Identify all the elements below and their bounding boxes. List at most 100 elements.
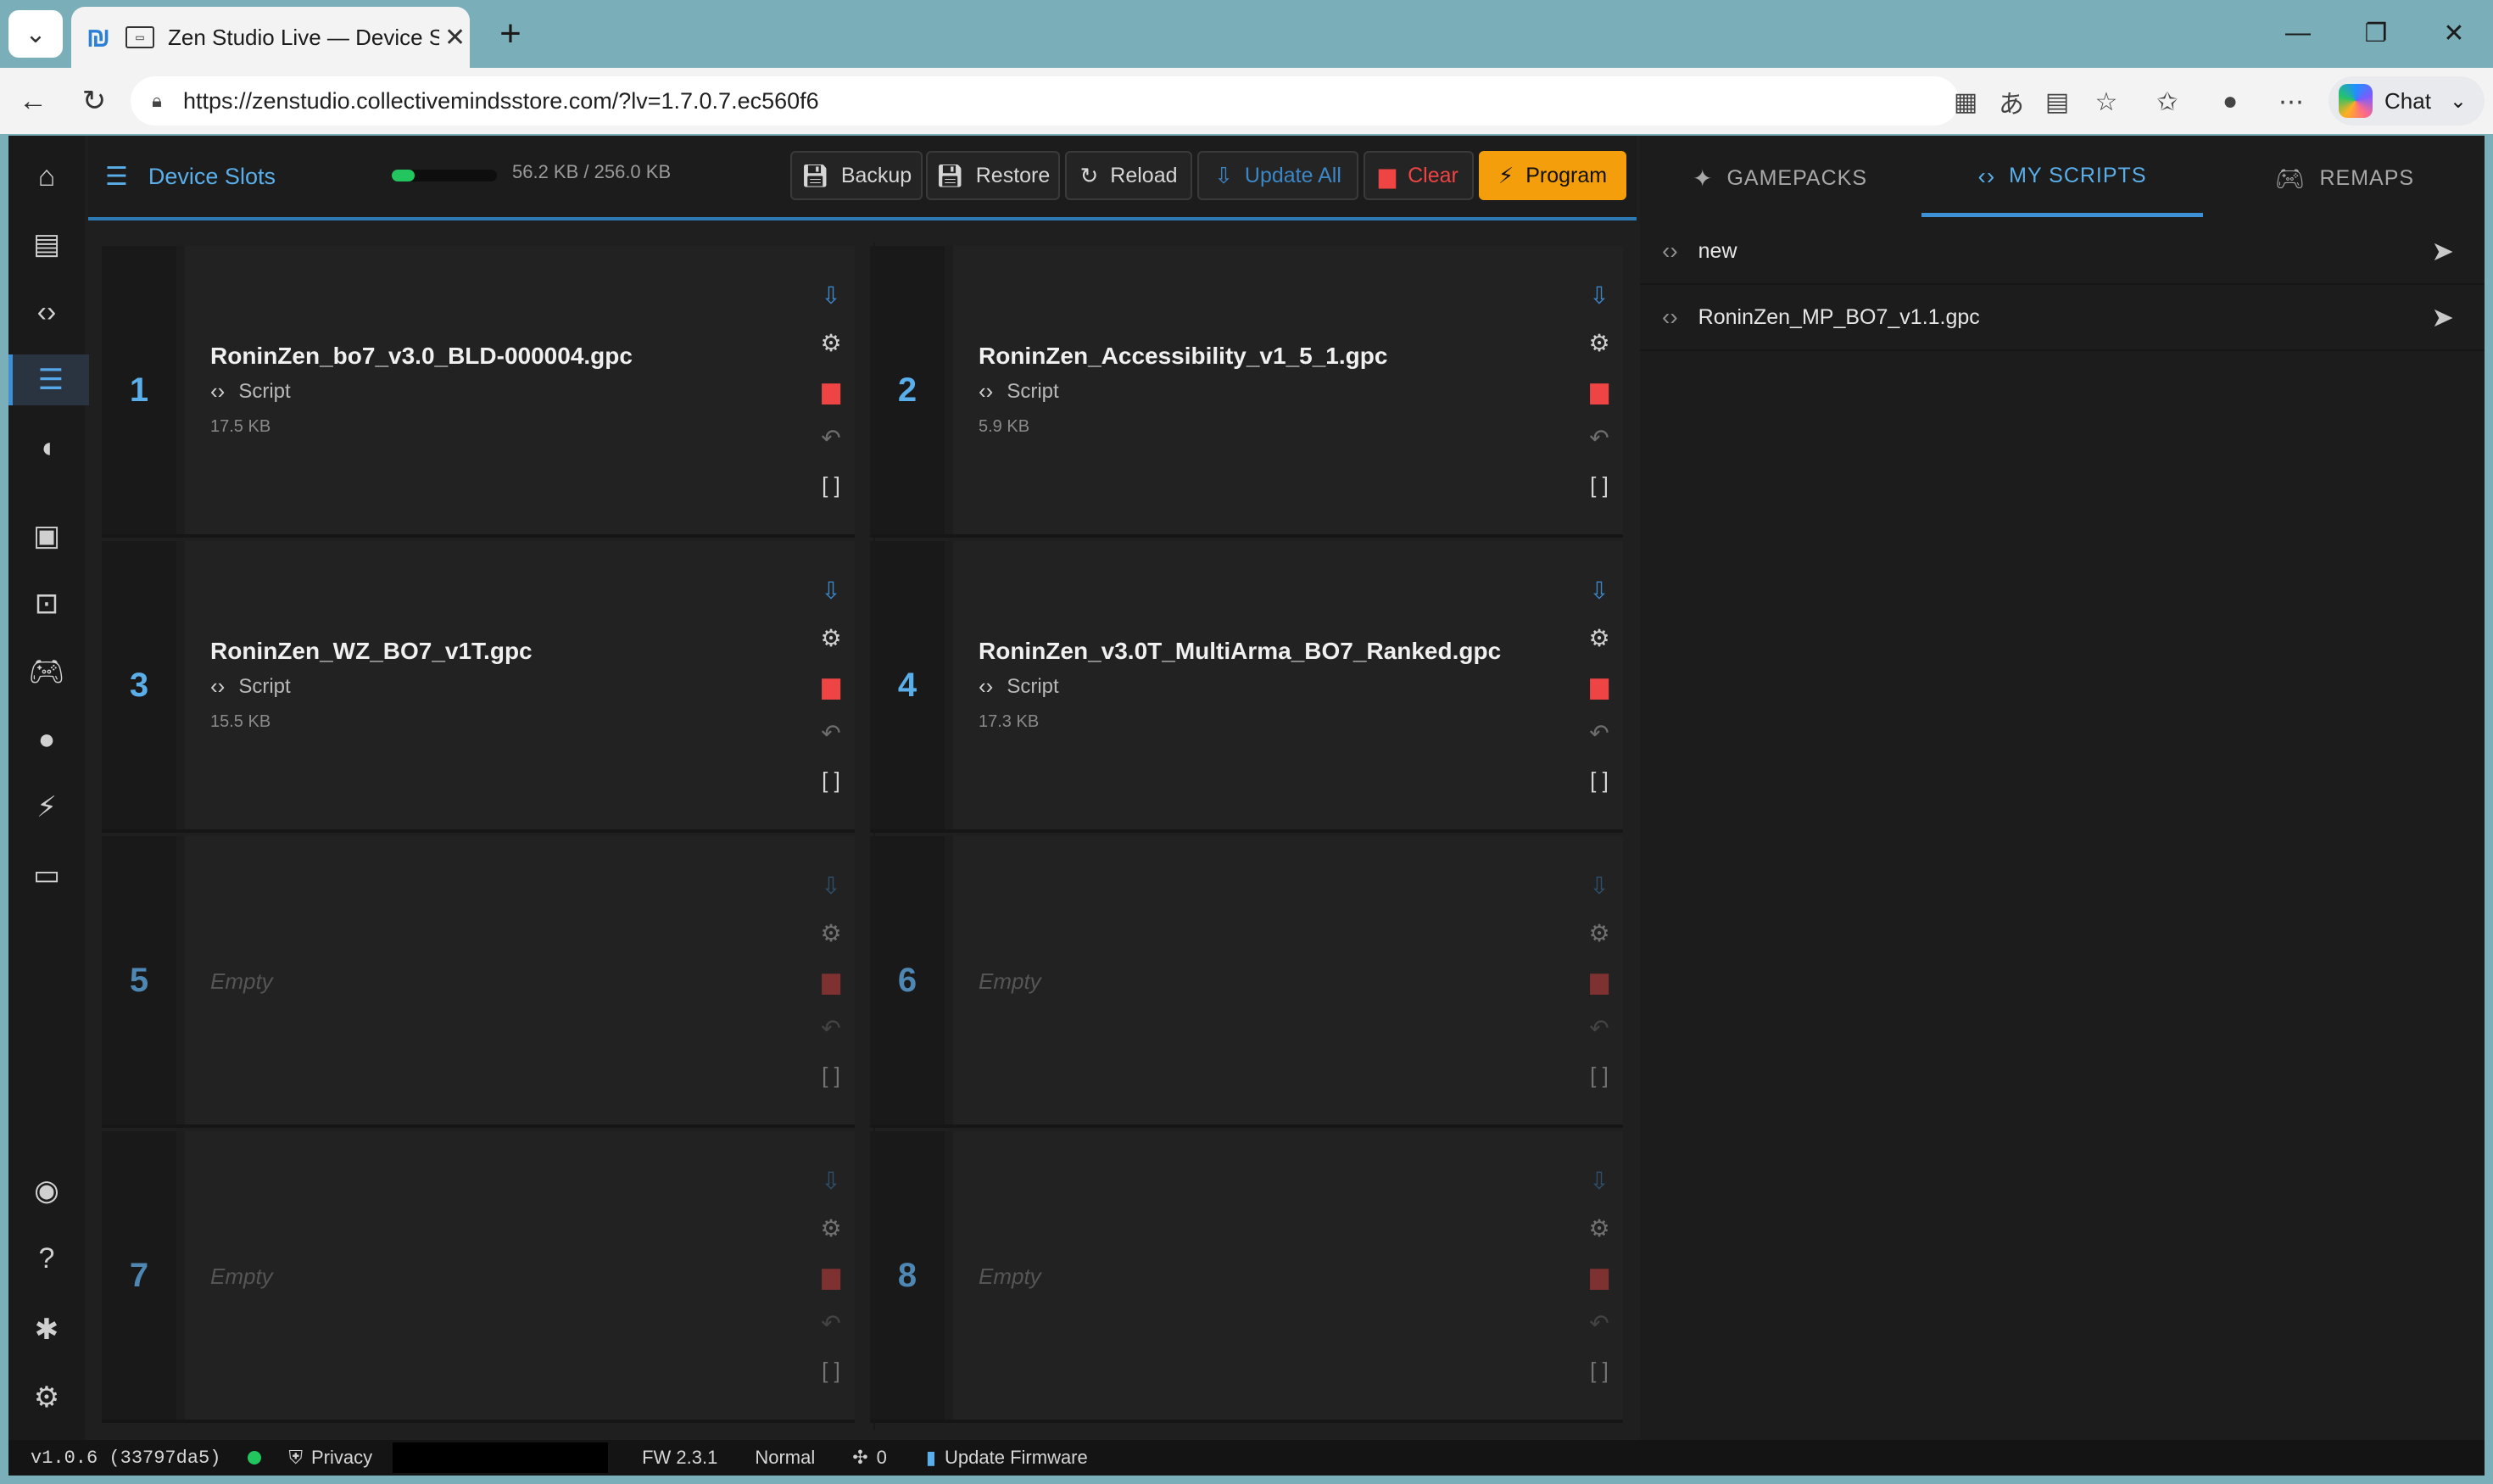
trash-icon[interactable]: ▆ [1582, 373, 1616, 407]
close-tab-icon[interactable]: ✕ [444, 23, 466, 53]
undo-icon[interactable]: ↶ [1582, 421, 1616, 455]
laptop-icon[interactable]: ▭ [8, 850, 85, 901]
discord-icon[interactable]: ◉ [8, 1165, 85, 1216]
record-icon[interactable]: ● [8, 714, 85, 765]
undo-icon[interactable]: ↶ [1582, 1306, 1616, 1340]
gear-icon[interactable]: ⚙︎ [1582, 326, 1616, 360]
script-list-item[interactable]: ‹› new ➤ [1640, 219, 2485, 285]
copilot-chat-button[interactable]: Chat ⌄ [2328, 76, 2485, 126]
favorites-list-icon[interactable]: ✩ [2149, 83, 2186, 120]
undo-icon[interactable]: ↶ [1582, 716, 1616, 750]
refresh-icon[interactable]: ↻ [73, 81, 115, 120]
reader-mode-icon[interactable]: ▤ [2038, 83, 2076, 120]
brackets-icon[interactable]: [ ] [1582, 468, 1616, 502]
profile-avatar-icon[interactable]: ● [2211, 83, 2249, 120]
trash-icon[interactable]: ▆ [814, 668, 848, 702]
library-icon[interactable]: ▤ [8, 219, 85, 270]
screen-search-icon[interactable]: ⊡ [8, 578, 85, 629]
help-icon[interactable]: ? [8, 1233, 85, 1284]
lock-icon[interactable]: 🔒︎ [146, 90, 168, 112]
send-icon[interactable]: ➤ [2431, 235, 2454, 267]
brackets-icon[interactable]: [ ] [814, 1353, 848, 1387]
slot-card[interactable]: 6 Empty ⇩ ⚙︎ ▆ ↶ [ ] [870, 836, 1623, 1128]
browser-tab-active[interactable]: ₪ ▭ Zen Studio Live — Device Slots ✕ [71, 7, 470, 68]
gear-icon[interactable]: ⚙︎ [1582, 916, 1616, 950]
import-icon[interactable]: ⇩ [814, 573, 848, 607]
tab-my-scripts[interactable]: ‹› MY SCRIPTS [1921, 139, 2203, 217]
slot-card[interactable]: 4 RoninZen_v3.0T_MultiArma_BO7_Ranked.gp… [870, 541, 1623, 833]
slot-card[interactable]: 1 RoninZen_bo7_v3.0_BLD-000004.gpc ‹› Scr… [102, 246, 855, 538]
gear-icon[interactable]: ⚙︎ [814, 916, 848, 950]
minimize-button[interactable]: — [2273, 12, 2323, 54]
brackets-icon[interactable]: [ ] [1582, 763, 1616, 797]
script-list-item[interactable]: ‹› RoninZen_MP_BO7_v1.1.gpc ➤ [1640, 285, 2485, 351]
devices-icon[interactable]: ▣ [8, 510, 85, 561]
url-text[interactable]: https://zenstudio.collectivemindsstore.c… [183, 88, 819, 114]
tab-gamepacks[interactable]: ✦ GAMEPACKS [1640, 139, 1920, 217]
trash-icon[interactable]: ▆ [814, 1258, 848, 1292]
brackets-icon[interactable]: [ ] [1582, 1058, 1616, 1092]
import-icon[interactable]: ⇩ [1582, 278, 1616, 312]
gear-icon[interactable]: ⚙︎ [814, 621, 848, 655]
trash-icon[interactable]: ▆ [814, 373, 848, 407]
favorite-star-icon[interactable]: ☆ [2088, 83, 2125, 120]
import-icon[interactable]: ⇩ [1582, 573, 1616, 607]
program-button[interactable]: ⚡︎ Program [1479, 151, 1626, 200]
privacy-link[interactable]: Privacy [311, 1447, 372, 1469]
trash-icon[interactable]: ▆ [1582, 668, 1616, 702]
import-icon[interactable]: ⇩ [814, 868, 848, 902]
send-icon[interactable]: ➤ [2431, 301, 2454, 333]
undo-icon[interactable]: ↶ [814, 1306, 848, 1340]
import-icon[interactable]: ⇩ [814, 278, 848, 312]
device-slots-icon[interactable]: ☰ [8, 354, 89, 405]
restore-button[interactable]: 💾︎ Restore [926, 151, 1060, 200]
app-install-icon[interactable]: ▦ [1947, 83, 1984, 120]
tab-list-button[interactable]: ⌄ [8, 10, 63, 58]
close-window-button[interactable]: ✕ [2429, 12, 2479, 54]
code-icon[interactable]: ‹› [8, 287, 85, 338]
translate-icon[interactable]: あ [1993, 83, 2030, 120]
undo-icon[interactable]: ↶ [814, 716, 848, 750]
restore-window-button[interactable]: ❐ [2351, 12, 2401, 54]
update-firmware-link[interactable]: Update Firmware [945, 1447, 1088, 1469]
flash-icon[interactable]: ⚡︎ [8, 782, 85, 833]
more-menu-icon[interactable]: ⋯ [2273, 83, 2310, 120]
brackets-icon[interactable]: [ ] [814, 763, 848, 797]
backup-button[interactable]: 💾︎ Backup [790, 151, 923, 200]
brackets-icon[interactable]: [ ] [814, 1058, 848, 1092]
slot-card[interactable]: 2 RoninZen_Accessibility_v1_5_1.gpc ‹› Sc… [870, 246, 1623, 538]
undo-icon[interactable]: ↶ [814, 421, 848, 455]
tab-remaps[interactable]: 🎮︎ REMAPS [2205, 139, 2485, 217]
trash-icon[interactable]: ▆ [1582, 1258, 1616, 1292]
brackets-icon[interactable]: [ ] [814, 468, 848, 502]
clear-button[interactable]: ▆ Clear [1364, 151, 1474, 200]
reload-button[interactable]: ↻ Reload [1065, 151, 1192, 200]
slot-card[interactable]: 5 Empty ⇩ ⚙︎ ▆ ↶ [ ] [102, 836, 855, 1128]
gamepad-icon[interactable]: 🎮︎ [8, 646, 85, 697]
chevron-down-icon[interactable]: ⌄ [2450, 89, 2467, 114]
gear-icon[interactable]: ⚙︎ [814, 1211, 848, 1245]
undo-icon[interactable]: ↶ [1582, 1011, 1616, 1045]
address-bar[interactable]: 🔒︎ https://zenstudio.collectivemindsstor… [131, 76, 1959, 126]
import-icon[interactable]: ⇩ [1582, 1163, 1616, 1197]
slot-card[interactable]: 8 Empty ⇩ ⚙︎ ▆ ↶ [ ] [870, 1131, 1623, 1423]
home-icon[interactable]: ⌂ [8, 151, 85, 202]
mouse-icon[interactable]: ◖ [8, 422, 85, 473]
gear-icon[interactable]: ⚙︎ [1582, 621, 1616, 655]
import-icon[interactable]: ⇩ [814, 1163, 848, 1197]
gear-icon[interactable]: ⚙︎ [1582, 1211, 1616, 1245]
update-all-button[interactable]: ⇩ Update All [1197, 151, 1358, 200]
back-arrow-icon[interactable]: ← [12, 81, 54, 120]
new-tab-button[interactable]: + [490, 13, 531, 54]
slot-card[interactable]: 3 RoninZen_WZ_BO7_v1T.gpc ‹› Script 15.5 … [102, 541, 855, 833]
gear-icon[interactable]: ⚙︎ [814, 326, 848, 360]
trash-icon[interactable]: ▆ [814, 963, 848, 997]
brackets-icon[interactable]: [ ] [1582, 1353, 1616, 1387]
settings-gear-icon[interactable]: ⚙︎ [8, 1372, 85, 1423]
undo-icon[interactable]: ↶ [814, 1011, 848, 1045]
slot-card[interactable]: 7 Empty ⇩ ⚙︎ ▆ ↶ [ ] [102, 1131, 855, 1423]
bug-icon[interactable]: ✱ [8, 1304, 85, 1355]
trash-icon[interactable]: ▆ [1582, 963, 1616, 997]
reload-icon: ↻ [1079, 162, 1099, 188]
import-icon[interactable]: ⇩ [1582, 868, 1616, 902]
